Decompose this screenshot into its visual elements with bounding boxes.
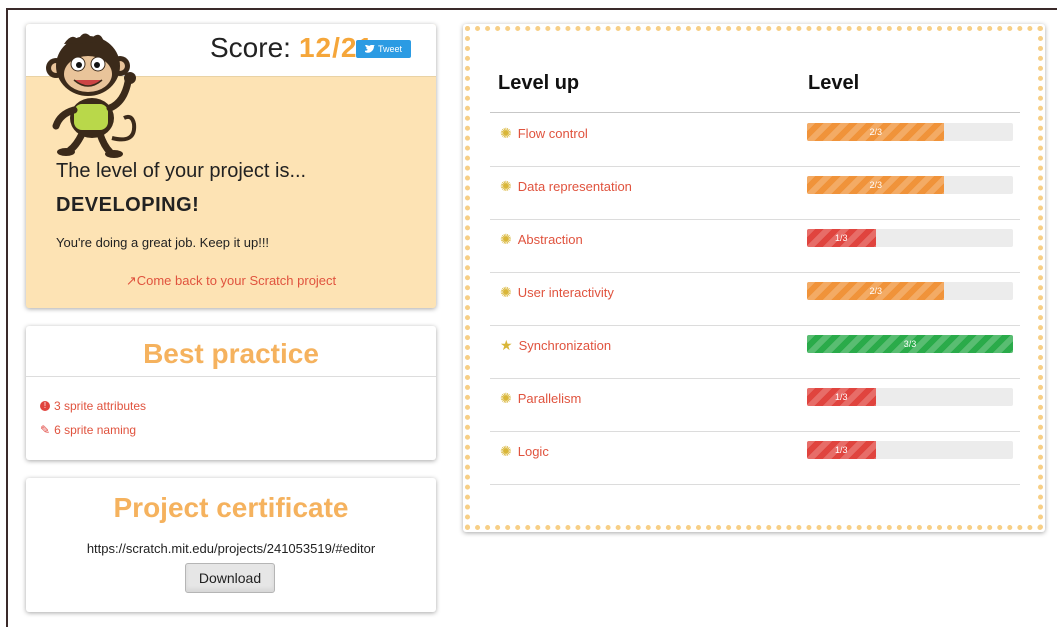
level-progress-bar: 1/3: [807, 229, 1013, 247]
level-row: ✺ Flow control 2/3: [490, 113, 1020, 167]
pencil-icon: ✎: [40, 423, 51, 437]
level-progress-bar: 1/3: [807, 388, 1013, 406]
level-row-link[interactable]: ✺ Parallelism: [500, 390, 581, 407]
level-row: ✺ User interactivity 2/3: [490, 272, 1020, 326]
level-row-link[interactable]: ✺ Flow control: [500, 125, 588, 142]
level-row-name: Abstraction: [517, 232, 583, 247]
level-row-link[interactable]: ✺ Data representation: [500, 178, 632, 195]
level-intro-text: The level of your project is...: [56, 160, 307, 182]
level-progress-bar: 3/3: [807, 335, 1013, 353]
external-link-icon: ↗: [125, 273, 137, 288]
best-practice-item[interactable]: ! 3 sprite attributes: [40, 399, 146, 413]
best-practice-item-label: 3 sprite attributes: [54, 399, 147, 413]
download-button[interactable]: Download: [185, 563, 275, 593]
score-label: Score:: [210, 32, 291, 63]
level-progress-bar: 2/3: [807, 176, 1013, 194]
score-card: Score: 12/21 Tweet The level of your proj…: [26, 24, 436, 308]
lightbulb-icon: ✺: [500, 178, 512, 194]
star-icon: ★: [500, 337, 513, 353]
level-row: ✺ Data representation 2/3: [490, 166, 1020, 220]
best-practice-item-label: 6 sprite naming: [54, 423, 137, 437]
certificate-card: Project certificate https://scratch.mit.…: [26, 478, 436, 612]
level-row: ✺ Logic 1/3: [490, 431, 1020, 485]
level-row-name: Logic: [517, 444, 549, 459]
level-progress-bar: 2/3: [807, 123, 1013, 141]
level-result: DEVELOPING!: [56, 194, 200, 216]
best-practice-card: Best practice ! 3 sprite attributes ✎ 6 …: [26, 326, 436, 460]
level-row-name: Synchronization: [518, 338, 612, 353]
back-to-project-link[interactable]: ↗Come back to your Scratch project: [26, 273, 436, 289]
level-progress-fill: 3/3: [807, 335, 1013, 353]
level-progress-bar: 1/3: [807, 441, 1013, 459]
level-up-header: Level up: [498, 72, 580, 94]
level-row-name: Flow control: [517, 126, 588, 141]
lightbulb-icon: ✺: [500, 231, 512, 247]
top-strip: [0, 0, 1057, 8]
level-progress-fill: 2/3: [807, 123, 945, 141]
level-row-name: Parallelism: [517, 391, 582, 406]
level-row-name: Data representation: [517, 179, 632, 194]
level-row: ✺ Abstraction 1/3: [490, 219, 1020, 273]
lightbulb-icon: ✺: [500, 125, 512, 141]
level-progress-fill: 1/3: [807, 388, 876, 406]
level-row-name: User interactivity: [517, 285, 614, 300]
best-practice-divider: [26, 376, 436, 377]
lightbulb-icon: ✺: [500, 284, 512, 300]
project-url: https://scratch.mit.edu/projects/2410535…: [86, 541, 376, 556]
certificate-title: Project certificate: [113, 492, 349, 523]
level-progress-fill: 2/3: [807, 282, 945, 300]
best-practice-item[interactable]: ✎ 6 sprite naming: [40, 423, 136, 437]
level-row: ★ Synchronization 3/3: [490, 325, 1020, 379]
level-progress-bar: 2/3: [807, 282, 1013, 300]
back-link-label: Come back to your Scratch project: [136, 273, 337, 288]
score-display: Score: 12/21: [210, 32, 374, 64]
level-progress-fill: 1/3: [807, 441, 876, 459]
best-practice-title: Best practice: [143, 338, 319, 369]
level-row-link[interactable]: ★ Synchronization: [500, 337, 611, 354]
level-header: Level: [808, 72, 860, 94]
monkey-mascot-icon: [46, 33, 137, 158]
sprite-attribute-icon: !: [40, 401, 50, 411]
level-up-panel: Level up Level ✺ Flow control 2/3 ✺ Data rep…: [463, 24, 1045, 532]
lightbulb-icon: ✺: [500, 443, 512, 459]
level-progress-fill: 1/3: [807, 229, 876, 247]
level-progress-fill: 2/3: [807, 176, 945, 194]
encouragement-text: You're doing a great job. Keep it up!!!: [56, 235, 270, 250]
twitter-bird-icon: [364, 44, 375, 53]
lightbulb-icon: ✺: [500, 390, 512, 406]
tweet-label: Tweet: [377, 44, 402, 54]
level-row: ✺ Parallelism 1/3: [490, 378, 1020, 432]
tweet-button[interactable]: Tweet: [356, 40, 411, 58]
level-row-link[interactable]: ✺ Abstraction: [500, 231, 583, 248]
level-row-link[interactable]: ✺ Logic: [500, 443, 549, 460]
level-row-link[interactable]: ✺ User interactivity: [500, 284, 614, 301]
